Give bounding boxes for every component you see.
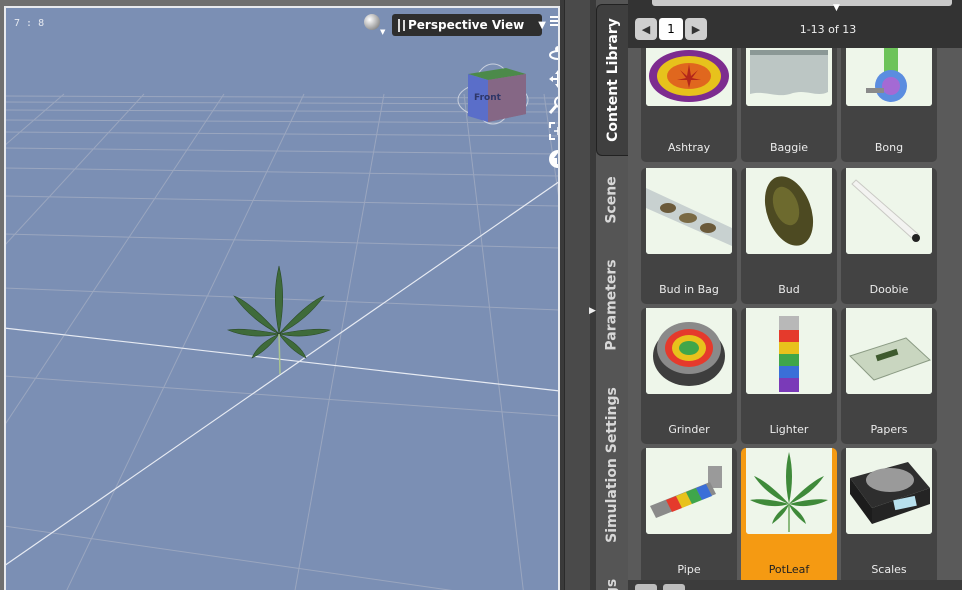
panel-drag-strip[interactable] <box>652 0 952 6</box>
viewport[interactable]: 7 : 8 ▼ Perspective View ▼ Front <box>0 0 560 590</box>
tab-parameters[interactable]: Parameters <box>596 240 628 370</box>
tab-content-library[interactable]: Content Library <box>596 4 628 156</box>
baggie-thumbnail <box>746 48 832 106</box>
potleaf-model[interactable] <box>224 262 334 376</box>
library-item-lighter[interactable]: Lighter <box>741 308 837 444</box>
view-selector[interactable]: Perspective View ▼ <box>392 14 546 36</box>
tab-label: Parameters <box>604 259 621 351</box>
library-item-bud-in-bag[interactable]: Bud in Bag <box>641 168 737 304</box>
frame-counter: 7 : 8 <box>14 18 45 29</box>
ashtray-thumbnail <box>646 48 732 106</box>
orbit-icon[interactable] <box>547 42 560 64</box>
library-item-papers[interactable]: Papers <box>841 308 937 444</box>
grinder-thumbnail <box>646 308 732 394</box>
footer-button[interactable] <box>663 584 685 590</box>
view-cube[interactable]: Front <box>456 62 530 132</box>
chevron-down-icon[interactable]: ▼ <box>833 3 840 13</box>
chevron-down-icon[interactable]: ▼ <box>538 20 546 31</box>
pane-splitter[interactable]: ▶ <box>564 0 596 590</box>
library-item-bong[interactable]: Bong <box>841 48 937 162</box>
result-count: 1-13 of 13 <box>799 23 857 36</box>
library-item-label: Lighter <box>769 423 809 436</box>
library-item-baggie[interactable]: Baggie <box>741 48 837 162</box>
lighter-thumbnail <box>746 308 832 394</box>
scales-thumbnail <box>846 448 932 534</box>
viewport-layout-icon <box>398 18 405 32</box>
bong-thumbnail <box>846 48 932 106</box>
view-label: Perspective View <box>408 18 525 32</box>
library-item-label: Doobie <box>869 283 909 296</box>
library-item-grinder[interactable]: Grinder <box>641 308 737 444</box>
library-item-label: Grinder <box>668 423 710 436</box>
tab-scene[interactable]: Scene <box>596 160 628 240</box>
library-toolbar: ▼ ◀ 1 ▶ 1-13 of 13 <box>628 0 962 48</box>
expand-arrow-icon[interactable]: ▶ <box>589 306 596 316</box>
potleaf-thumbnail <box>746 448 832 534</box>
tab-more[interactable]: gs <box>596 568 628 590</box>
zoom-icon[interactable] <box>547 94 560 116</box>
library-item-bud[interactable]: Bud <box>741 168 837 304</box>
library-item-potleaf[interactable]: PotLeaf <box>741 448 837 580</box>
next-page-button[interactable]: ▶ <box>685 18 707 40</box>
pipe-thumbnail <box>646 448 732 534</box>
library-item-pipe[interactable]: Pipe <box>641 448 737 580</box>
library-grid: Ashtray Baggie Bong Bud in Bag Bud Doobi… <box>628 48 962 580</box>
chevron-down-icon[interactable]: ▼ <box>380 28 385 36</box>
library-item-scales[interactable]: Scales <box>841 448 937 580</box>
papers-thumbnail <box>846 308 932 394</box>
library-item-label: PotLeaf <box>768 563 810 576</box>
frame-selection-icon[interactable] <box>547 120 560 142</box>
page-number-field[interactable]: 1 <box>659 18 683 40</box>
library-item-label: Pipe <box>677 563 701 576</box>
library-item-label: Scales <box>871 563 907 576</box>
library-item-label: Bud <box>778 283 800 296</box>
library-item-label: Ashtray <box>667 141 711 154</box>
library-item-label: Bud in Bag <box>659 283 719 296</box>
doobie-thumbnail <box>846 168 932 254</box>
tab-label: Content Library <box>604 18 621 142</box>
viewport-menu-icon[interactable] <box>550 16 560 30</box>
previous-page-button[interactable]: ◀ <box>635 18 657 40</box>
bud-in-bag-thumbnail <box>646 168 732 254</box>
tab-label: gs <box>603 578 620 590</box>
lighting-sphere-icon[interactable] <box>364 14 380 30</box>
library-item-label: Bong <box>874 141 904 154</box>
library-item-label: Papers <box>870 423 908 436</box>
library-item-label: Baggie <box>769 141 809 154</box>
pan-icon[interactable] <box>547 68 560 90</box>
side-tab-bar: Content Library Scene Parameters Simulat… <box>596 0 628 590</box>
tab-label: Scene <box>604 176 620 224</box>
tab-simulation-settings[interactable]: Simulation Settings <box>596 375 628 555</box>
content-library-panel: ▼ ◀ 1 ▶ 1-13 of 13 Ashtray Baggie Bong B… <box>628 0 962 590</box>
library-item-doobie[interactable]: Doobie <box>841 168 937 304</box>
reset-view-icon[interactable] <box>547 148 560 170</box>
tab-label: Simulation Settings <box>604 387 620 543</box>
bud-thumbnail <box>746 168 832 254</box>
cube-face-label: Front <box>474 93 502 103</box>
footer-button[interactable] <box>635 584 657 590</box>
library-item-ashtray[interactable]: Ashtray <box>641 48 737 162</box>
